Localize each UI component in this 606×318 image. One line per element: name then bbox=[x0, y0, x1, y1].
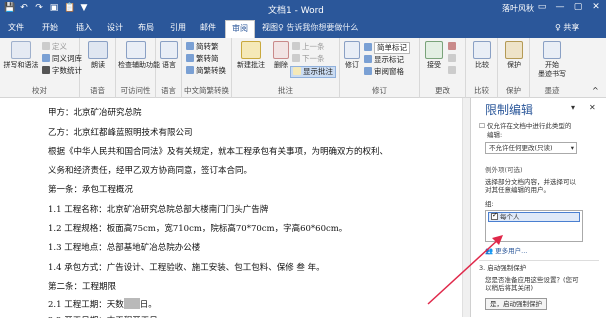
annotation-arrow bbox=[427, 235, 503, 305]
arrow-line bbox=[427, 237, 501, 305]
